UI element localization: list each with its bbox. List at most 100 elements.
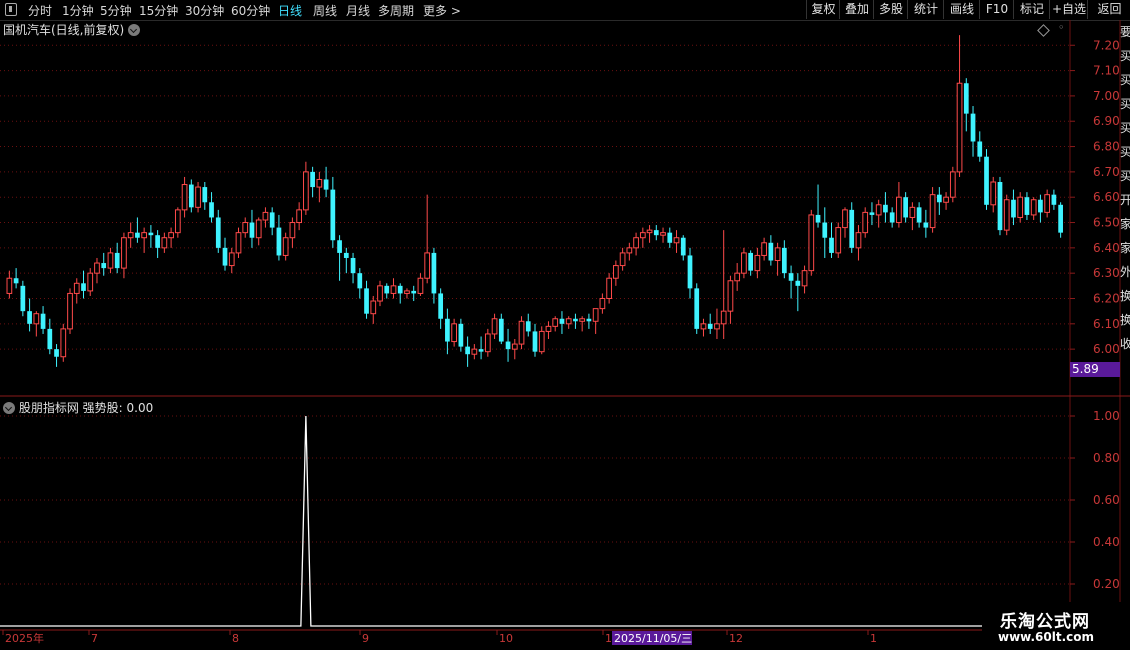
candle-body (465, 346, 470, 355)
period-7[interactable]: 周线 (313, 2, 337, 19)
y-tick-label: 6.10 (1093, 317, 1120, 331)
side-char: 买 (1120, 145, 1130, 159)
candle-body (87, 272, 94, 292)
settings-icon[interactable]: ◦ (1058, 22, 1066, 34)
y-tick-label: 1.00 (1093, 409, 1120, 423)
candle-body (114, 252, 120, 269)
candle-body (896, 196, 902, 224)
candle-body (135, 232, 140, 238)
period-8[interactable]: 月线 (346, 2, 370, 19)
candle-body (276, 227, 282, 256)
dropdown-icon[interactable] (128, 24, 141, 36)
period-0[interactable]: 分时 (28, 2, 52, 19)
toolbar-button-2[interactable]: 多股 (873, 0, 908, 19)
window-icon[interactable] (5, 3, 17, 16)
candle-body (67, 292, 73, 330)
candle-body (161, 237, 168, 249)
candle-body (883, 204, 888, 213)
candle-body (1044, 194, 1051, 213)
candle-body (997, 182, 1003, 231)
candle-body (639, 232, 646, 239)
period-9[interactable]: 多周期 (378, 2, 414, 19)
toolbar-button-5[interactable]: F10 (979, 0, 1014, 19)
toolbar-button-0[interactable]: 复权 (806, 0, 840, 19)
candle-body (700, 323, 707, 330)
candle-body (970, 113, 976, 142)
candle-body (20, 285, 26, 312)
candle-body (748, 252, 754, 271)
candle-body (720, 310, 727, 325)
y-tick-label: 6.80 (1093, 140, 1120, 154)
candle-body (815, 214, 821, 223)
period-6[interactable]: 日线 (278, 2, 302, 19)
period-3[interactable]: 15分钟 (139, 2, 178, 19)
candle-body (249, 222, 255, 238)
dropdown-icon[interactable] (3, 402, 15, 414)
candle-body (330, 189, 336, 241)
candle-body (714, 323, 720, 330)
candle-body (255, 219, 262, 239)
candle-body (1038, 199, 1043, 213)
y-tick-label: 7.10 (1093, 64, 1120, 78)
candle-body (168, 232, 174, 239)
candle-body (323, 179, 329, 190)
candle-body (202, 187, 208, 203)
candle-body (579, 318, 586, 322)
y-tick-label: 6.70 (1093, 165, 1120, 179)
period-10[interactable]: 更多 > (423, 2, 461, 19)
indicator-chart[interactable]: 0.20 0.40 0.60 0.80 1.00 (0, 397, 1130, 629)
candle-body (855, 232, 862, 249)
candle-body (592, 308, 599, 322)
candle-body (1058, 204, 1063, 233)
candle-body (835, 227, 842, 254)
watermark: 乐淘公式网 www.60lt.com (982, 602, 1130, 648)
toolbar-button-4[interactable]: 画线 (943, 0, 980, 19)
candle-body (438, 293, 444, 319)
candle-body (215, 217, 221, 248)
toolbar-button-3[interactable]: 统计 (907, 0, 944, 19)
candle-body (849, 209, 855, 248)
candle-body (599, 297, 606, 310)
cursor-date-label: 2025/11/05/三 (614, 632, 692, 645)
toolbar-button-7[interactable]: +自选 (1049, 0, 1088, 19)
candle-body (552, 318, 559, 327)
candle-body (289, 222, 296, 239)
x-tick-label: 10 (499, 632, 513, 645)
candle-body (384, 285, 390, 294)
toolbar-button-1[interactable]: 叠加 (839, 0, 874, 19)
toolbar-button-6[interactable]: 标记 (1013, 0, 1050, 19)
candle-body (94, 262, 100, 274)
candle-body (694, 288, 700, 329)
candle-body (680, 237, 686, 256)
x-tick-label: 1 (605, 632, 612, 645)
candle-body (390, 285, 397, 294)
candle-body (869, 212, 875, 215)
candle-body (586, 318, 592, 322)
candle-body (936, 194, 942, 203)
period-1[interactable]: 1分钟 (62, 2, 94, 19)
candle-body (73, 282, 80, 294)
candle-body (269, 212, 275, 228)
candle-body (903, 197, 908, 218)
toolbar-button-8[interactable]: 返回 (1087, 0, 1130, 19)
candle-body (673, 237, 680, 244)
period-2[interactable]: 5分钟 (100, 2, 132, 19)
candle-body (471, 348, 478, 355)
candle-body (242, 222, 249, 234)
candle-body (801, 270, 808, 287)
candle-body (33, 313, 40, 325)
candle-body (282, 237, 289, 256)
candle-body (370, 300, 377, 315)
side-char: 换 (1120, 313, 1130, 327)
period-5[interactable]: 60分钟 (231, 2, 270, 19)
period-4[interactable]: 30分钟 (185, 2, 224, 19)
candle-body (101, 263, 107, 269)
x-tick-label: 9 (362, 632, 369, 645)
candle-body (54, 349, 59, 357)
candle-body (424, 252, 431, 279)
candle-body (984, 156, 989, 205)
candle-body (687, 255, 693, 289)
candle-body (808, 214, 815, 272)
candle-body (613, 265, 619, 279)
candlestick-chart[interactable]: 6.00 6.10 6.20 6.30 6.40 6.50 6.60 6.70 6.80 6.90… (0, 20, 1130, 397)
